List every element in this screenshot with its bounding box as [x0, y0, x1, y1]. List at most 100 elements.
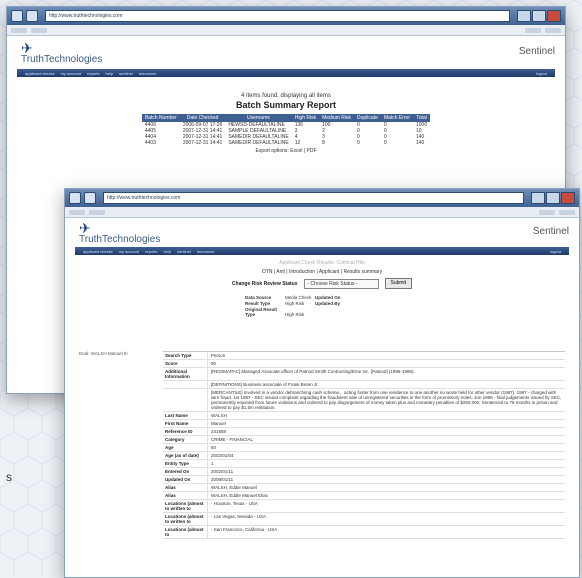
nav-item[interactable]: help [163, 249, 171, 254]
nav-item[interactable]: help [105, 71, 113, 76]
toolbar-button[interactable] [545, 27, 561, 33]
nav-item[interactable]: sentinel [177, 249, 191, 254]
close-icon[interactable] [561, 192, 575, 204]
close-icon[interactable] [547, 10, 561, 22]
table-header: Total [413, 114, 431, 122]
plane-logo-icon: ✈ [21, 40, 33, 56]
maximize-icon[interactable] [546, 192, 560, 204]
field-value: 241688 [207, 428, 565, 435]
field-name: Entered On [165, 469, 190, 474]
nav-item[interactable]: reports [87, 71, 99, 76]
field-value: WALSH, Eddie Manuel Elias [207, 492, 565, 499]
table-cell: 0 [383, 140, 387, 146]
field-value: - San Francisco, California - USA [207, 526, 565, 538]
toolbar-button[interactable] [69, 209, 85, 215]
back-icon[interactable] [69, 192, 81, 204]
minimize-icon[interactable] [531, 192, 545, 204]
table-cell: SAMEDIR DEFAULTALINE [228, 140, 289, 146]
toolbar-button[interactable] [11, 27, 27, 33]
record-row: Alias WALSH, Eddie Manuel [163, 484, 565, 492]
risk-status-label: Change Risk Review Status [231, 280, 298, 287]
nav-item[interactable]: reports [145, 249, 157, 254]
record-row: Last Name WALSH [163, 412, 565, 420]
page-title: Batch Summary Report [235, 100, 337, 110]
field-value: [REGIMAPAC] Managed Assocate officer of … [207, 368, 565, 380]
record-row: Reference ID 241688 [163, 428, 565, 436]
field-value: - Houston, Texas - USA [207, 500, 565, 512]
table-row[interactable]: 4403 2007-12-31 14:41 SAMEDIR DEFAULTALINE… [142, 140, 430, 146]
record-table: Search Type Person Score 90 Additional Infor… [163, 351, 565, 539]
maximize-icon[interactable] [532, 10, 546, 22]
export-options[interactable]: Export options: Excel | PDF [7, 148, 565, 154]
table-cell[interactable]: 4403 [142, 140, 180, 146]
record-row: Updated On 2008/01/11 [163, 476, 565, 484]
table-cell: 8 [322, 140, 325, 146]
result-meta: Data Source Media Check Updated On Result T… [245, 295, 579, 317]
meta-key: Updated On [315, 295, 341, 300]
field-name: Locations (almost to written to [165, 501, 204, 511]
nav-item[interactable]: resources [139, 71, 157, 76]
table-header: Date Checked [179, 114, 226, 122]
back-icon[interactable] [11, 10, 23, 22]
nav-item[interactable]: resources [197, 249, 215, 254]
record-row: Category CRIME - FINANCIAL [163, 436, 565, 444]
nav-item[interactable]: sentinel [119, 71, 133, 76]
record-row: Entity Type 1 [163, 460, 565, 468]
forward-icon[interactable] [26, 10, 38, 22]
address-bar[interactable]: http://www.truthtechnologies.com [103, 192, 524, 204]
record-row: Search Type Person [163, 352, 565, 360]
product-name: Sentinel [518, 46, 555, 57]
toolbar-button[interactable] [89, 209, 105, 215]
record-row: Age 60 [163, 444, 565, 452]
nav-item[interactable]: applicant checks [83, 249, 113, 254]
nav-item[interactable]: applicant checks [25, 71, 55, 76]
batch-summary-table: Batch Number Date Checked Username High Ris… [141, 114, 431, 146]
field-name: Score [165, 361, 178, 366]
table-header: Username [225, 114, 292, 122]
field-value: 60 [207, 444, 565, 451]
field-name: Entity Type [165, 461, 189, 466]
field-name: Last Name [165, 413, 188, 418]
submit-button[interactable]: Submit [384, 278, 413, 289]
meta-row: Original Result Type High Risk [245, 307, 579, 317]
record-row: First Name Manuel [163, 420, 565, 428]
meta-key: Data Source [245, 295, 272, 300]
record-row: [MERCANTILE] Involved in a vendor debran… [163, 389, 565, 412]
plane-logo-icon: ✈ [79, 220, 91, 236]
toolbar-button[interactable] [525, 27, 541, 33]
field-name: First Name [165, 421, 189, 426]
browser-toolbar [7, 25, 565, 36]
toolbar-button[interactable] [31, 27, 47, 33]
risk-status-select[interactable]: - Choose Risk Status - [303, 278, 379, 289]
truth-technologies-logo[interactable]: ✈ TruthTechnologies [21, 40, 102, 65]
main-nav: applicant checks my account reports help sen… [75, 247, 569, 255]
toolbar-button[interactable] [539, 209, 555, 215]
meta-key: Result Type [245, 301, 271, 306]
record-row: Additional Information [REGIMAPAC] Manage… [163, 368, 565, 381]
minimize-icon[interactable] [517, 10, 531, 22]
table-header: Match Error [380, 114, 413, 122]
record-row: Locations (almost to written to - Las Veg… [163, 513, 565, 526]
logout-link[interactable]: logout [550, 249, 561, 254]
field-name: Category [165, 437, 185, 442]
field-value: CRIME - FINANCIAL [207, 436, 565, 443]
logout-link[interactable]: logout [536, 71, 547, 76]
field-name [163, 389, 207, 411]
toolbar-button[interactable] [559, 209, 575, 215]
nav-item[interactable]: my account [119, 249, 139, 254]
forward-icon[interactable] [84, 192, 96, 204]
address-bar[interactable]: http://www.truthtechnologies.com [45, 10, 510, 22]
field-name: Reference ID [165, 429, 193, 434]
field-value: WALSH, Eddie Manuel [207, 484, 565, 491]
field-name: Search Type [165, 353, 192, 358]
site-header: ✈ TruthTechnologies Sentinel [65, 218, 579, 247]
meta-value: High Risk [285, 301, 305, 306]
truth-technologies-logo[interactable]: ✈ TruthTechnologies [79, 220, 160, 245]
breadcrumb[interactable]: OTN | Anti | Introduction | Applicant | … [65, 269, 579, 275]
record-row: [DEFINITIONS] Business associate of Fran… [163, 381, 565, 389]
record-row: Age (as of date) 2002/01/04 [163, 452, 565, 460]
table-header: High Risk [291, 114, 320, 122]
nav-item[interactable]: my account [61, 71, 81, 76]
field-name: Age [165, 445, 174, 450]
field-name: Locations (almost to [165, 527, 204, 537]
